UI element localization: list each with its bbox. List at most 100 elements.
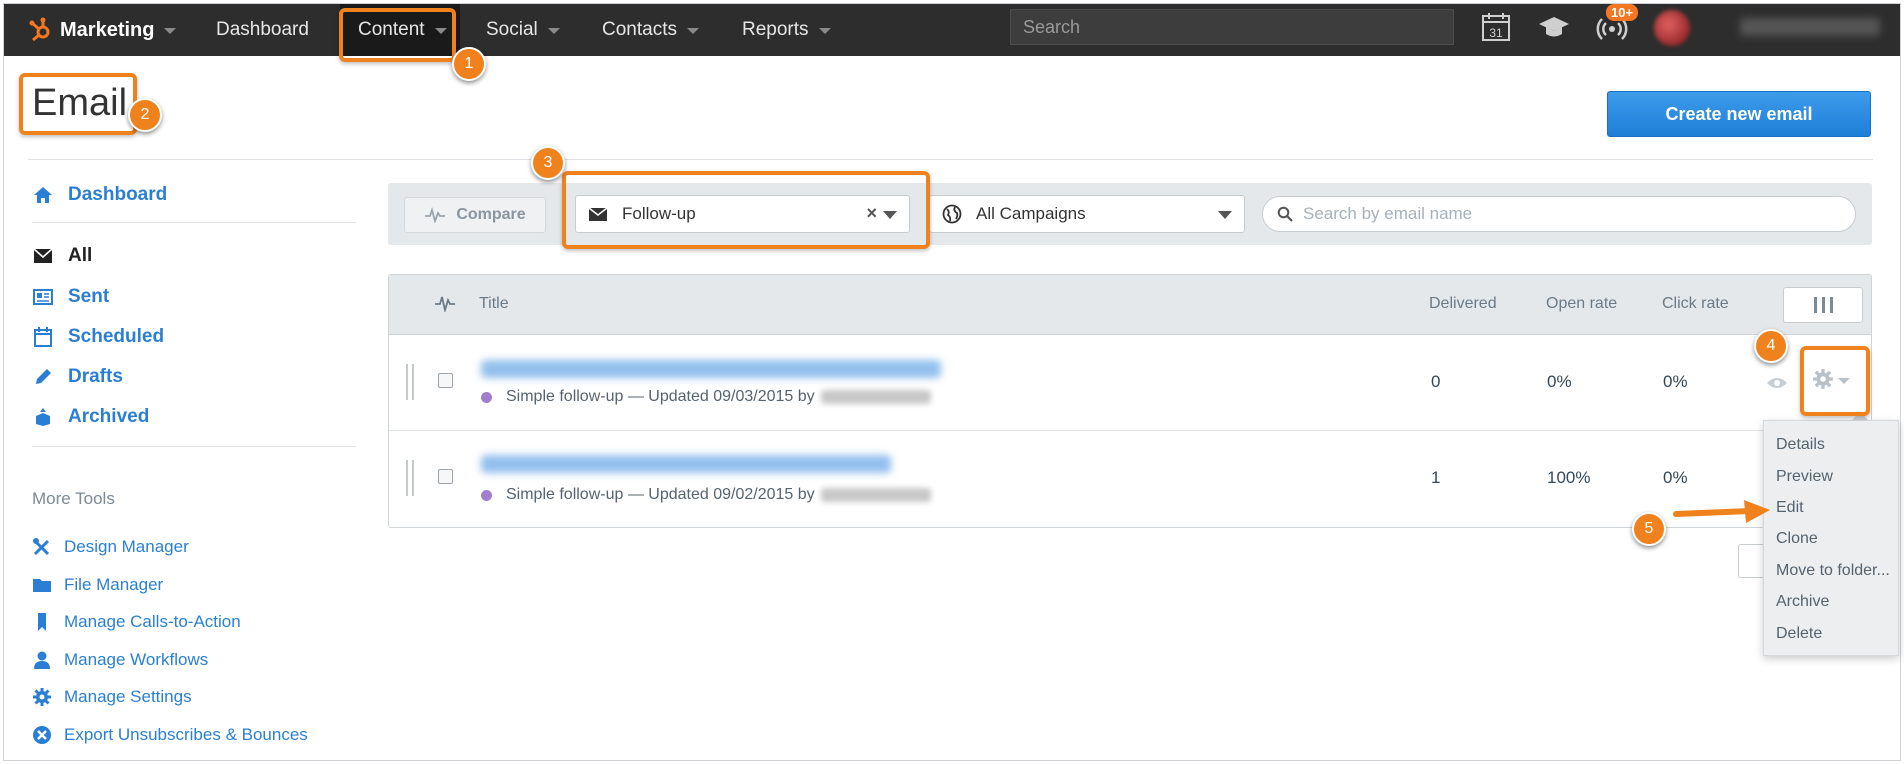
bookmark-icon [38,613,46,631]
sidebar-item-all[interactable]: All [32,245,92,267]
highlight-content-nav [339,8,456,62]
nav-social[interactable]: Social [486,4,560,56]
create-new-email-button[interactable]: Create new email [1607,91,1871,137]
tool-export-unsubscribes[interactable]: Export Unsubscribes & Bounces [32,725,308,745]
cell-click-rate: 0% [1663,372,1688,391]
callout-3: 3 [531,146,565,180]
user-icon [34,651,50,669]
search-email-placeholder: Search by email name [1303,204,1473,223]
chevron-down-icon [818,28,831,34]
global-search-input[interactable]: Search [1010,9,1454,45]
brand-label: Marketing [60,18,155,41]
more-tools-heading: More Tools [32,489,115,508]
sidebar-item-drafts[interactable]: Drafts [32,366,123,388]
table-header [389,275,1871,335]
row-meta-text: Simple follow-up — Updated 09/02/2015 by [506,486,815,503]
status-dot [481,391,492,403]
column-open-rate[interactable]: Open rate [1546,295,1617,313]
nav-dashboard[interactable]: Dashboard [216,4,309,56]
compare-button[interactable]: Compare [404,197,546,233]
menu-item-details[interactable]: Details [1776,436,1825,454]
global-search-placeholder: Search [1023,16,1081,37]
tool-label: Manage Workflows [64,650,209,669]
tool-manage-settings[interactable]: Manage Settings [32,687,192,707]
eye-icon[interactable] [1766,376,1788,390]
nav-reports[interactable]: Reports [742,4,831,56]
menu-item-archive[interactable]: Archive [1776,593,1829,611]
row-meta: Simple follow-up — Updated 09/02/2015 by [481,486,931,504]
cell-open-rate: 100% [1547,468,1591,487]
calendar-icon [34,327,52,347]
highlight-type-filter [562,171,930,249]
sidebar-item-label: Drafts [68,366,123,387]
menu-item-edit[interactable]: Edit [1776,499,1804,517]
cell-delivered: 0 [1431,372,1441,391]
gear-icon [33,688,51,706]
row-meta: Simple follow-up — Updated 09/03/2015 by [481,388,931,406]
sidebar-item-archived[interactable]: Archived [32,406,149,428]
graduation-cap-icon[interactable] [1538,12,1570,42]
cell-delivered: 1 [1431,468,1441,487]
tools-icon [33,538,50,556]
menu-item-move-to-folder[interactable]: Move to folder... [1776,562,1890,580]
drag-handle[interactable] [406,460,414,496]
brand-menu[interactable]: Marketing [28,4,177,56]
column-delivered[interactable]: Delivered [1429,295,1497,313]
sidebar-item-label: Scheduled [68,326,165,347]
search-icon [1277,206,1293,222]
close-circle-icon [33,726,51,744]
calendar-day: 31 [1489,26,1503,40]
status-dot [481,489,492,501]
column-title[interactable]: Title [479,295,509,313]
sidebar-item-scheduled[interactable]: Scheduled [32,326,164,348]
row-checkbox[interactable] [438,469,453,484]
sidebar-divider [32,222,356,223]
tool-file-manager[interactable]: File Manager [32,575,163,595]
home-icon [34,187,52,203]
callout-4: 4 [1754,329,1788,363]
pulse-icon[interactable] [434,294,456,312]
menu-item-clone[interactable]: Clone [1776,530,1818,548]
sidebar-item-label: Sent [68,286,110,307]
sidebar-divider [32,446,356,447]
chevron-down-icon [547,28,560,34]
notification-badge: 10+ [1606,4,1639,21]
column-click-rate[interactable]: Click rate [1662,295,1729,313]
avatar[interactable] [1654,10,1690,46]
tool-label: Export Unsubscribes & Bounces [64,725,308,744]
menu-item-delete[interactable]: Delete [1776,625,1822,643]
row-divider [389,430,1871,431]
menu-item-preview[interactable]: Preview [1776,468,1833,486]
columns-toggle-button[interactable] [1783,287,1863,323]
newspaper-icon [33,289,53,305]
email-title-link[interactable] [481,455,891,473]
arrow-right-icon [1673,500,1770,523]
callout-5: 5 [1632,512,1666,546]
row-checkbox[interactable] [438,373,453,388]
account-menu[interactable] [1740,18,1880,36]
campaign-value: All Campaigns [976,204,1086,223]
search-email-input[interactable]: Search by email name [1262,196,1856,232]
tool-label: Manage Calls-to-Action [64,612,241,631]
calendar-icon[interactable]: 31 [1480,12,1512,42]
author-name [820,390,931,404]
sidebar-item-sent[interactable]: Sent [32,286,109,308]
campaign-select[interactable]: All Campaigns [929,195,1245,233]
compare-label: Compare [456,206,526,223]
sidebar-item-label: All [68,245,93,266]
nav-contacts[interactable]: Contacts [602,4,699,56]
highlight-gear [1800,346,1870,416]
email-title-link[interactable] [481,360,941,378]
drag-handle[interactable] [406,364,414,400]
header-divider [28,159,1873,160]
folder-icon [33,579,51,592]
nav-social-label: Social [486,19,538,40]
sidebar-item-dashboard[interactable]: Dashboard [32,184,167,206]
tool-manage-ctas[interactable]: Manage Calls-to-Action [32,612,241,632]
cell-open-rate: 0% [1547,372,1572,391]
chevron-down-icon [686,28,699,34]
nav-dashboard-label: Dashboard [216,19,309,40]
tool-design-manager[interactable]: Design Manager [32,537,189,557]
tool-manage-workflows[interactable]: Manage Workflows [32,650,208,670]
highlight-page-title [19,73,137,135]
